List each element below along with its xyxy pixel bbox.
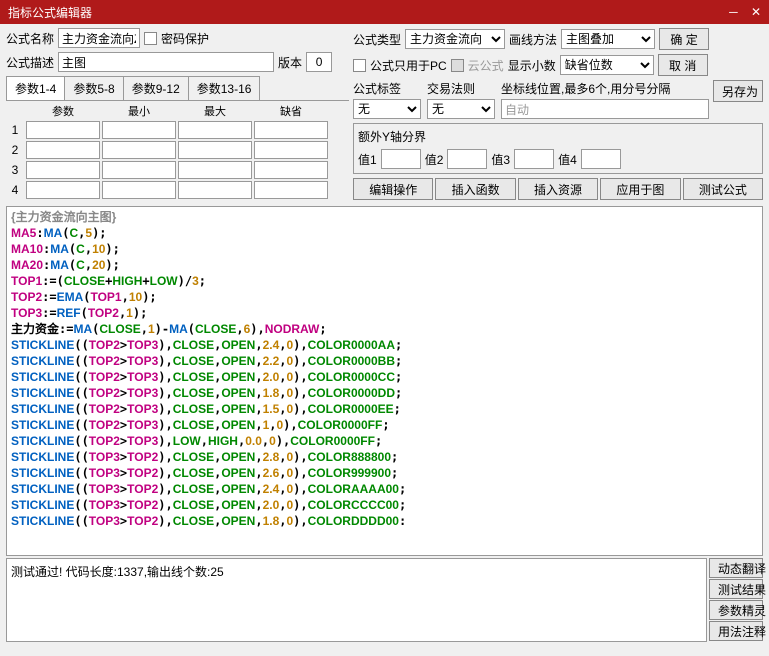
tag-label: 公式标签 [353, 80, 423, 97]
tab-params-9-12[interactable]: 参数9-12 [123, 76, 189, 100]
yaxis-group: 额外Y轴分界 值1 值2 值3 值4 [353, 123, 763, 174]
yaxis-v1[interactable] [381, 149, 421, 169]
tab-params-13-16[interactable]: 参数13-16 [188, 76, 261, 100]
apply-chart-button[interactable]: 应用于图 [600, 178, 680, 200]
usage-note-button[interactable]: 用法注释 [709, 621, 763, 641]
name-input[interactable] [58, 28, 140, 48]
pwd-checkbox[interactable] [144, 32, 157, 45]
coord-label: 坐标线位置,最多6个,用分号分隔 [501, 80, 709, 97]
test-formula-button[interactable]: 测试公式 [683, 178, 763, 200]
ver-label: 版本 [278, 54, 302, 71]
test-result-button[interactable]: 测试结果 [709, 579, 763, 599]
param-grid: 参数 最小 最大 缺省 1 2 3 4 [6, 103, 349, 199]
draw-label: 画线方法 [509, 31, 557, 48]
insert-fn-button[interactable]: 插入函数 [435, 178, 515, 200]
yaxis-v2[interactable] [447, 149, 487, 169]
saveas-button[interactable]: 另存为 [713, 80, 763, 102]
desc-label: 公式描述 [6, 54, 54, 71]
tab-params-1-4[interactable]: 参数1-4 [6, 76, 65, 100]
law-select[interactable]: 无 [427, 99, 495, 119]
cloud-label: 云公式 [468, 57, 504, 74]
ver-input[interactable] [306, 52, 332, 72]
ok-button[interactable]: 确 定 [659, 28, 709, 50]
dec-label: 显示小数 [508, 57, 556, 74]
param-wizard-button[interactable]: 参数精灵 [709, 600, 763, 620]
type-select[interactable]: 主力资金流向 [405, 29, 505, 49]
cloud-checkbox [451, 59, 464, 72]
name-label: 公式名称 [6, 30, 54, 47]
dyn-translate-button[interactable]: 动态翻译 [709, 558, 763, 578]
draw-select[interactable]: 主图叠加 [561, 29, 655, 49]
dec-select[interactable]: 缺省位数 [560, 55, 654, 75]
tag-select[interactable]: 无 [353, 99, 421, 119]
type-label: 公式类型 [353, 31, 401, 48]
minimize-icon[interactable]: ─ [729, 5, 738, 19]
law-label: 交易法则 [427, 80, 497, 97]
pc-label: 公式只用于PC [370, 57, 447, 74]
param-tabs: 参数1-4 参数5-8 参数9-12 参数13-16 [6, 76, 349, 101]
yaxis-title: 额外Y轴分界 [358, 128, 758, 145]
insert-res-button[interactable]: 插入资源 [518, 178, 598, 200]
edit-op-button[interactable]: 编辑操作 [353, 178, 433, 200]
close-icon[interactable]: ✕ [751, 5, 761, 19]
code-editor[interactable]: {主力资金流向主图} MA5:MA(C,5); MA10:MA(C,10); M… [6, 206, 763, 556]
coord-input[interactable] [501, 99, 709, 119]
desc-input[interactable] [58, 52, 274, 72]
cancel-button[interactable]: 取 消 [658, 54, 708, 76]
yaxis-v4[interactable] [581, 149, 621, 169]
pc-checkbox[interactable] [353, 59, 366, 72]
pwd-label: 密码保护 [161, 30, 209, 47]
titlebar: 指标公式编辑器 ─ ✕ [0, 0, 769, 24]
tab-params-5-8[interactable]: 参数5-8 [64, 76, 123, 100]
yaxis-v3[interactable] [514, 149, 554, 169]
window-title: 指标公式编辑器 [8, 4, 92, 21]
status-bar: 测试通过! 代码长度:1337,输出线个数:25 [6, 558, 707, 642]
